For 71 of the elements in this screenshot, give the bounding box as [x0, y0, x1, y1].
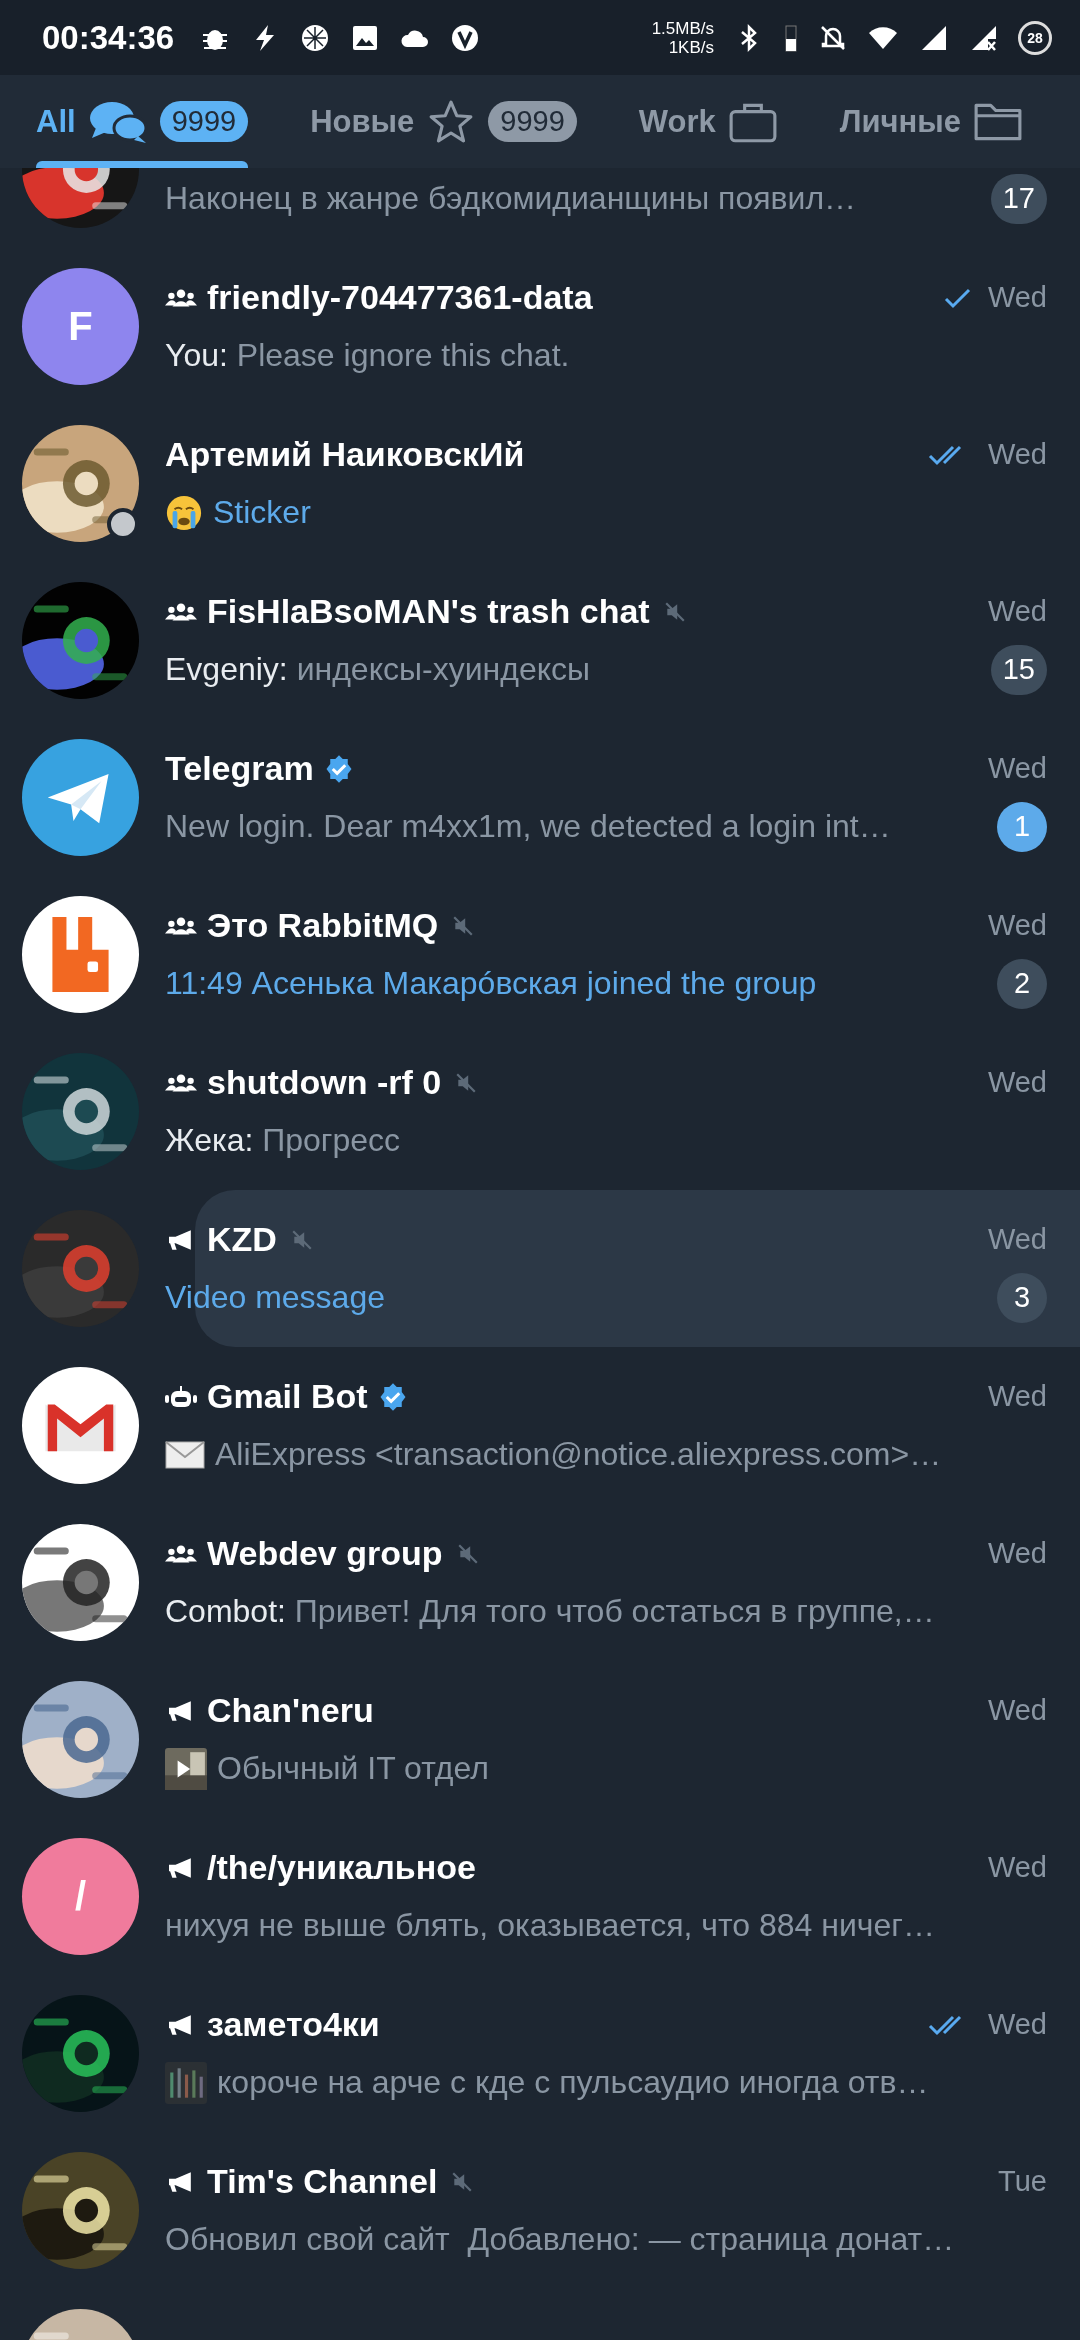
chat-name[interactable]: /the/уникальное — [207, 1848, 476, 1887]
download-speed: 1KB/s — [668, 37, 714, 57]
folder-tab[interactable]: Work — [638, 75, 778, 168]
message-time: Wed — [987, 438, 1047, 471]
bot-icon — [165, 1384, 197, 1409]
avatar: / — [22, 1838, 139, 1955]
message-preview: Combot: Привет! Для того чтоб остаться в группе,… — [165, 1593, 936, 1630]
unread-badge: 17 — [990, 173, 1047, 224]
message-preview: Video message — [165, 1279, 386, 1316]
message-time: Wed — [987, 1851, 1047, 1884]
message-time: Wed — [987, 1223, 1047, 1256]
count-badge: 9999 — [159, 101, 249, 142]
unread-badge: 15 — [990, 644, 1047, 695]
chat-name[interactable]: Это RabbitMQ — [207, 906, 439, 945]
chat-name[interactable]: Артемий НаиковскИй — [165, 435, 525, 474]
muted-icon — [455, 1071, 478, 1094]
folder-tab[interactable]: All 9999 — [36, 75, 249, 168]
chat-name[interactable]: FisHlaBsoMAN's trash chat — [207, 592, 650, 631]
message-preview: Обновил свой сайт Добавлено: — страница донат… — [165, 2221, 956, 2258]
muted-icon — [663, 600, 686, 623]
message-preview: Sticker — [213, 494, 312, 531]
unread-badge: 1 — [997, 801, 1047, 852]
message-time: Wed — [987, 1066, 1047, 1099]
mail-logo-icon — [22, 1367, 139, 1484]
muted-icon — [456, 1542, 479, 1565]
message-time: Wed — [987, 1537, 1047, 1570]
message-preview: Жека: Прогресс — [165, 1122, 402, 1159]
message-preview: You: Please ignore this chat. — [165, 337, 571, 374]
chat-name[interactable]: shutdown -rf 0 — [207, 1063, 442, 1102]
count-badge: 9999 — [488, 101, 577, 142]
message-time: Wed — [987, 1694, 1047, 1727]
citrus-icon — [300, 22, 331, 53]
folder-tab[interactable]: Личные — [839, 75, 1023, 168]
muted-icon — [451, 2170, 474, 2193]
chat-name[interactable]: Chan'neru — [207, 1691, 374, 1730]
chat-name[interactable]: замето4ки — [207, 2005, 380, 2044]
unread-badge: 2 — [997, 958, 1047, 1009]
message-preview: New login. Dear m4xx1m, we detected a login int… — [165, 808, 892, 845]
battery-indicator: 28 — [1018, 20, 1052, 55]
muted-icon — [452, 914, 475, 937]
crying-emoji-icon — [165, 493, 203, 532]
paper-plane-logo-icon — [22, 739, 139, 856]
chat-name[interactable]: Telegram — [165, 749, 314, 788]
battery-level-icon — [784, 22, 798, 53]
message-time: Wed — [987, 752, 1047, 785]
avatar: F — [22, 268, 139, 385]
message-time: Wed — [987, 1380, 1047, 1413]
clock: 00:34:36 — [42, 18, 175, 57]
message-time: Tue — [998, 2165, 1047, 2198]
v-circle-icon — [450, 22, 481, 53]
message-time: Wed — [987, 281, 1047, 314]
message-preview: 11:49 Асенька Макарóвская joined the group — [165, 965, 818, 1002]
chat-name[interactable]: friendly-704477361-data — [207, 278, 593, 317]
chat-name[interactable]: KZD — [207, 1220, 277, 1259]
message-preview: Обычный IT отдел — [217, 1750, 490, 1787]
message-time: Wed — [987, 909, 1047, 942]
message-preview: AliExpress <transaction@notice.aliexpress.com>… — [215, 1436, 943, 1473]
envelope-icon — [165, 1440, 205, 1469]
folder-tab[interactable]: Новые 9999 — [310, 75, 577, 168]
rabbit-logo-icon — [22, 896, 139, 1013]
upload-speed: 1.5MB/s — [651, 18, 714, 38]
message-preview: нихуя не выше блять, оказывается, что 884 ничег… — [165, 1907, 936, 1944]
chat-name[interactable]: Tim's Channel — [207, 2162, 438, 2201]
chat-name[interactable]: Webdev group — [207, 1534, 443, 1573]
chat-name[interactable]: Gmail Bot — [207, 1377, 368, 1416]
muted-icon — [290, 1228, 313, 1251]
message-time: Wed — [987, 2008, 1047, 2041]
message-time: Wed — [987, 595, 1047, 628]
message-preview: короче на арче с кде с пульсаудио иногда отв… — [217, 2064, 930, 2101]
message-preview: Наконец в жанре бэдкомидианщины появил… — [165, 180, 858, 217]
message-preview: Evgeniy: индексы-хуиндексы — [165, 651, 592, 688]
